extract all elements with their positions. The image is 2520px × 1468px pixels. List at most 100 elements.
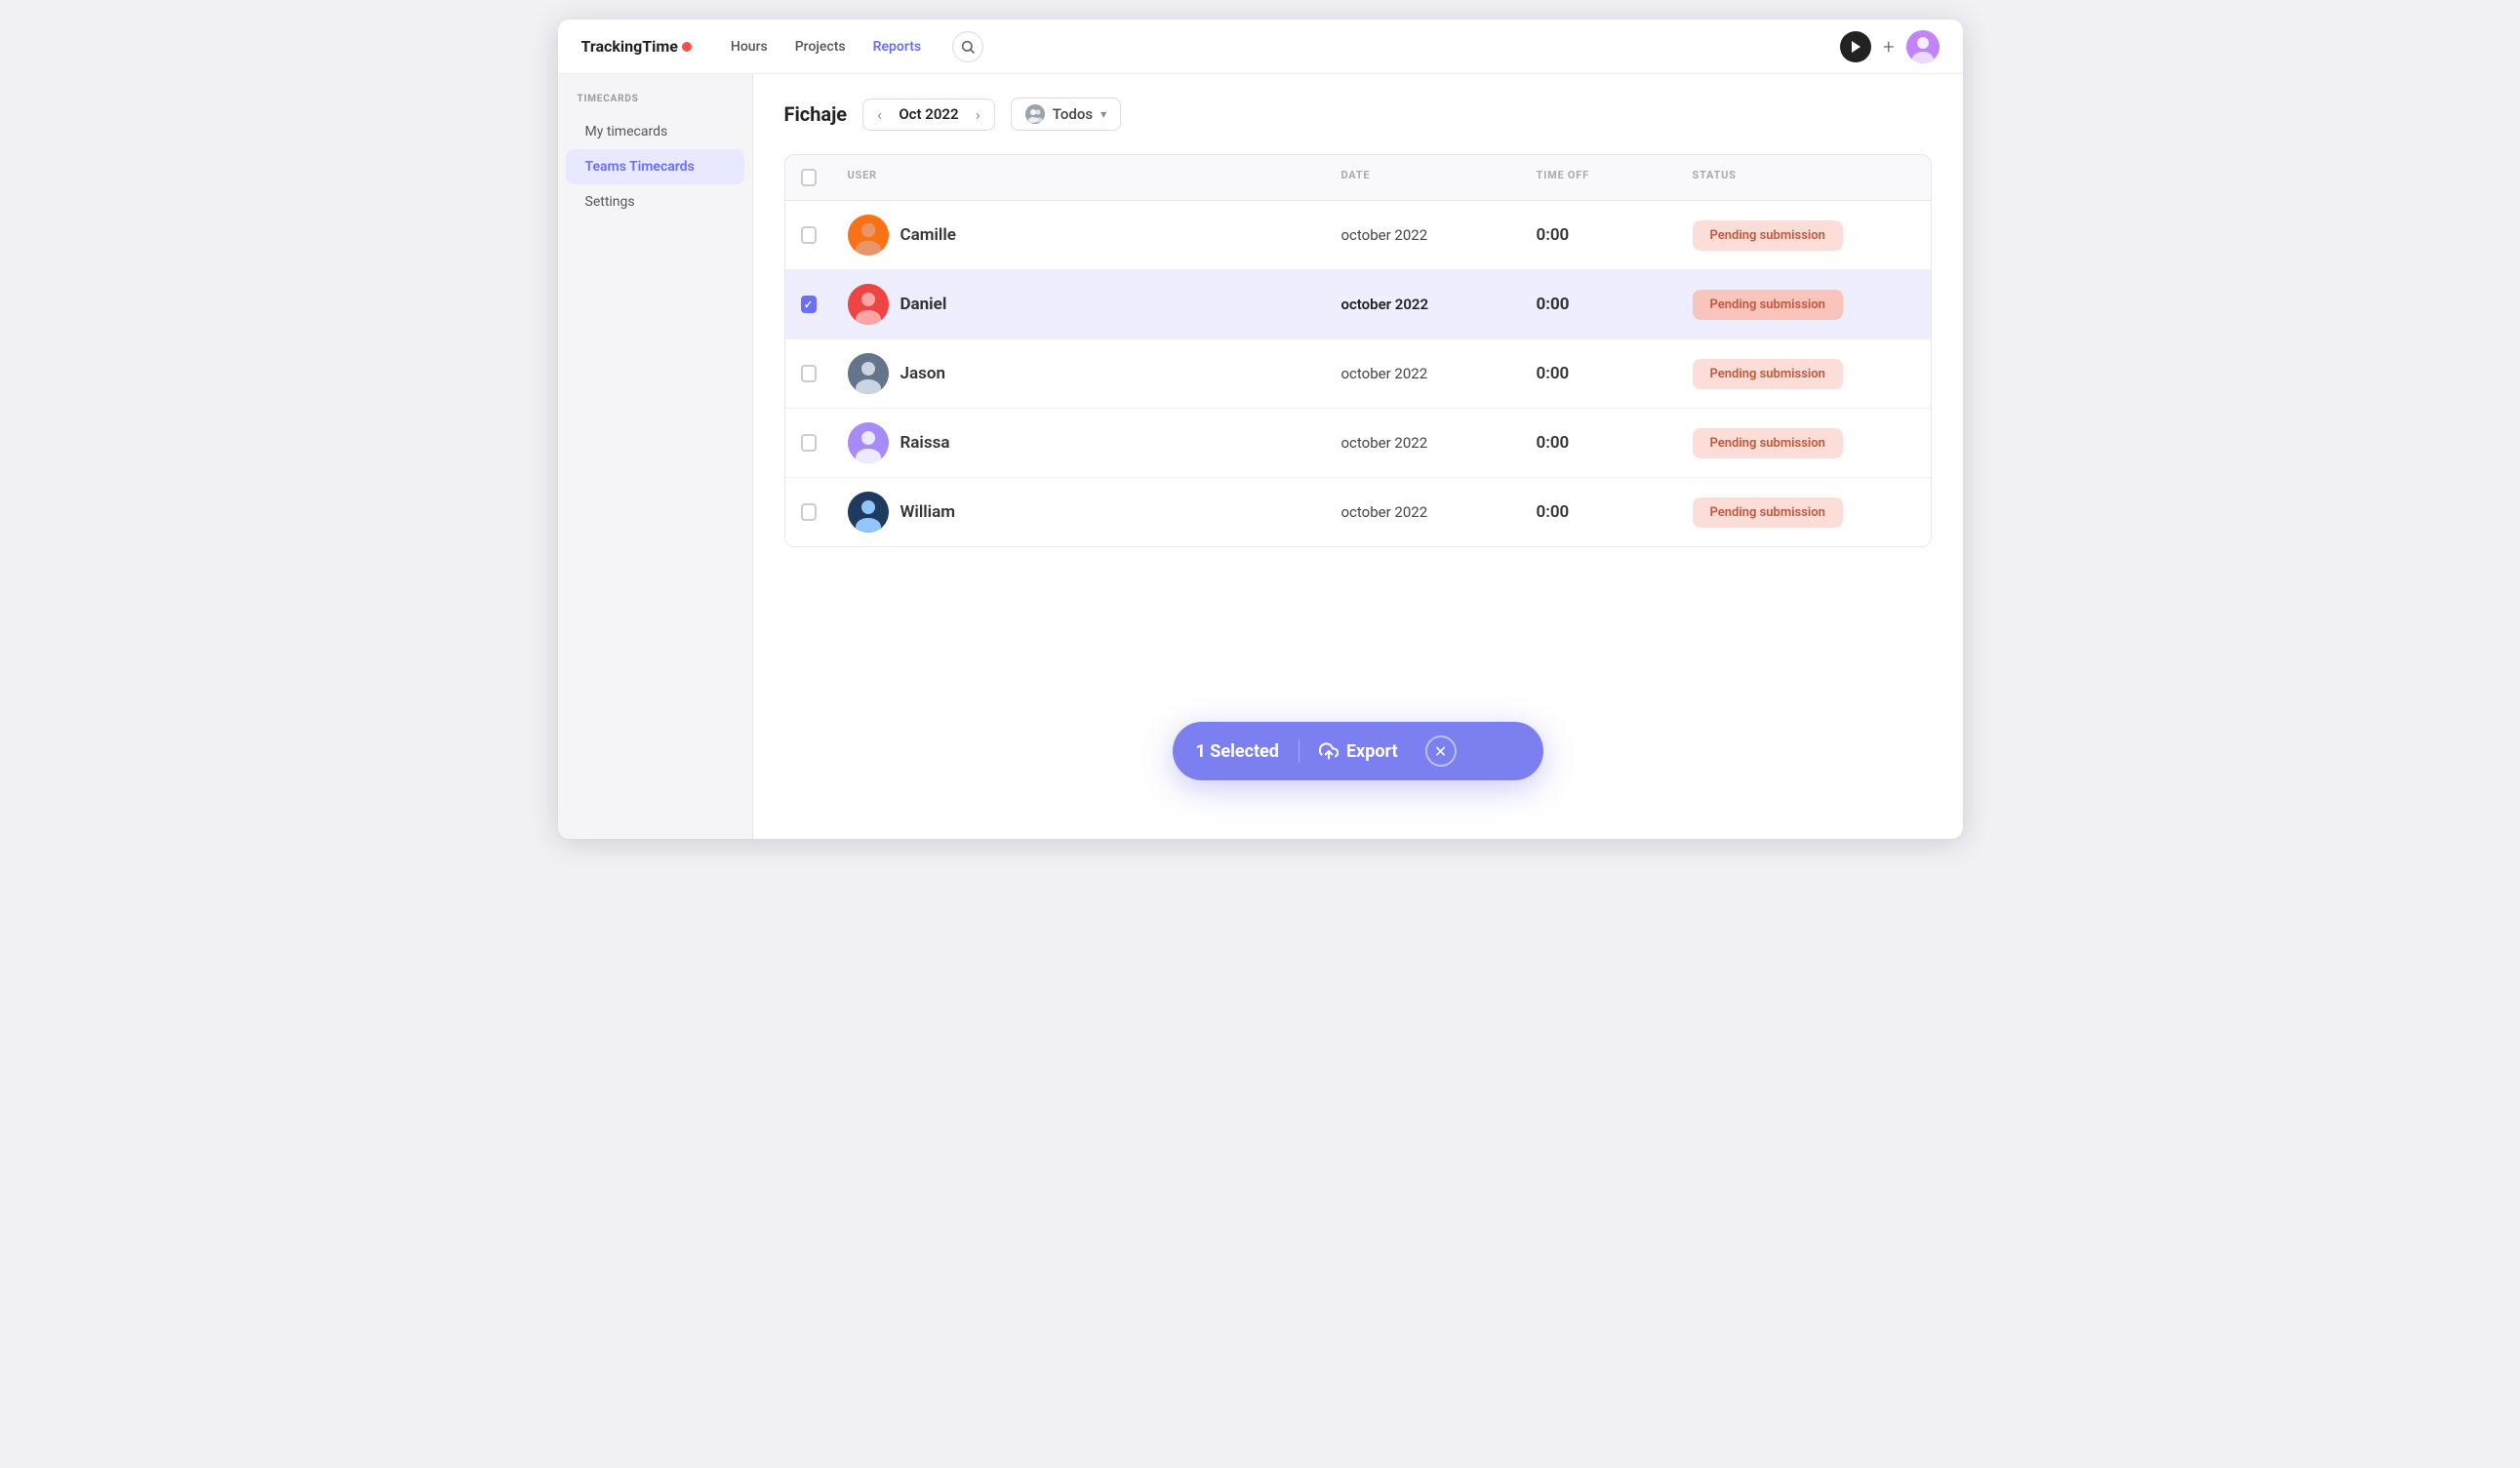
brand-name: TrackingTime — [581, 37, 678, 56]
table-row: Jason october 2022 0:00 Pending submissi… — [785, 339, 1931, 409]
selected-count-label: 1 Selected — [1196, 741, 1279, 762]
top-nav: TrackingTime Hours Projects Reports + — [558, 20, 1963, 74]
filter-todos-icon — [1025, 104, 1045, 124]
date-cell-jason: october 2022 — [1326, 351, 1521, 396]
user-name-camille: Camille — [900, 225, 956, 245]
content: Fichaje ‹ Oct 2022 › — [753, 74, 1963, 839]
header-status: STATUS — [1677, 155, 1931, 200]
avatar-daniel — [848, 284, 889, 325]
user-cell-daniel: Daniel — [832, 270, 1326, 338]
timeoff-cell-daniel: 0:00 — [1521, 281, 1677, 328]
table-row: Daniel october 2022 0:00 Pending submiss… — [785, 270, 1931, 339]
prev-month-button[interactable]: ‹ — [877, 105, 882, 124]
action-bar-divider — [1299, 739, 1300, 763]
sidebar-item-label: Settings — [585, 194, 635, 210]
close-action-bar-button[interactable]: ✕ — [1425, 735, 1457, 767]
avatar-camille — [848, 215, 889, 256]
avatar-jason-img — [848, 353, 889, 394]
export-label: Export — [1346, 741, 1398, 762]
user-avatar-icon — [1906, 30, 1940, 63]
avatar-raissa-img — [848, 422, 889, 463]
sidebar-item-teams-timecards[interactable]: Teams Timecards — [566, 149, 744, 184]
date-nav: ‹ Oct 2022 › — [862, 99, 995, 131]
sidebar-item-label: Teams Timecards — [585, 159, 695, 175]
user-cell-jason: Jason — [832, 339, 1326, 408]
current-month-label: Oct 2022 — [890, 105, 968, 123]
user-name-jason: Jason — [900, 364, 945, 383]
nav-reports[interactable]: Reports — [873, 39, 922, 55]
user-cell-camille: Camille — [832, 201, 1326, 269]
row-checkbox-cell — [785, 490, 832, 535]
user-avatar-nav[interactable] — [1906, 30, 1940, 63]
row-checkbox-cell — [785, 351, 832, 396]
export-button[interactable]: Export — [1319, 741, 1398, 762]
close-icon: ✕ — [1434, 742, 1447, 761]
content-header: Fichaje ‹ Oct 2022 › — [784, 98, 1932, 131]
date-cell-camille: october 2022 — [1326, 213, 1521, 258]
avatar-william — [848, 492, 889, 533]
nav-projects[interactable]: Projects — [795, 39, 846, 55]
status-cell-daniel: Pending submission — [1677, 276, 1931, 334]
avatar-raissa — [848, 422, 889, 463]
upload-icon — [1319, 741, 1339, 761]
sidebar-section-label: TIMECARDS — [558, 94, 752, 114]
timeoff-cell-william: 0:00 — [1521, 489, 1677, 536]
row-checkbox-cell — [785, 420, 832, 465]
timeoff-cell-jason: 0:00 — [1521, 350, 1677, 397]
date-cell-daniel: october 2022 — [1326, 282, 1521, 327]
sidebar-item-label: My timecards — [585, 124, 668, 139]
status-badge-raissa: Pending submission — [1693, 428, 1843, 458]
status-cell-william: Pending submission — [1677, 484, 1931, 541]
user-cell-william: William — [832, 478, 1326, 546]
avatar-camille-img — [848, 215, 889, 256]
avatar-william-img — [848, 492, 889, 533]
sidebar-item-my-timecards[interactable]: My timecards — [566, 114, 744, 149]
timeoff-cell-raissa: 0:00 — [1521, 419, 1677, 466]
sidebar: TIMECARDS My timecards Teams Timecards S… — [558, 74, 753, 839]
avatar-daniel-img — [848, 284, 889, 325]
row-checkbox-raissa[interactable] — [801, 434, 817, 452]
row-checkbox-daniel[interactable] — [801, 296, 817, 313]
status-cell-jason: Pending submission — [1677, 345, 1931, 403]
status-badge-jason: Pending submission — [1693, 359, 1843, 389]
status-badge-camille: Pending submission — [1693, 220, 1843, 251]
action-bar: 1 Selected Export ✕ — [1173, 722, 1543, 780]
play-button[interactable] — [1840, 31, 1871, 62]
group-icon — [1025, 104, 1045, 124]
status-cell-raissa: Pending submission — [1677, 415, 1931, 472]
user-name-william: William — [900, 502, 956, 522]
header-date: DATE — [1326, 155, 1521, 200]
nav-hours[interactable]: Hours — [731, 39, 768, 55]
date-cell-raissa: october 2022 — [1326, 420, 1521, 465]
table-row: Camille october 2022 0:00 Pending submis… — [785, 201, 1931, 270]
row-checkbox-jason[interactable] — [801, 365, 817, 382]
row-checkbox-william[interactable] — [801, 503, 817, 521]
date-cell-william: october 2022 — [1326, 490, 1521, 535]
table-header: USER DATE TIME OFF STATUS — [785, 155, 1931, 201]
main-layout: TIMECARDS My timecards Teams Timecards S… — [558, 74, 1963, 839]
user-name-daniel: Daniel — [900, 295, 947, 314]
header-timeoff: TIME OFF — [1521, 155, 1677, 200]
nav-right: + — [1840, 30, 1939, 63]
search-icon — [960, 39, 976, 55]
status-cell-camille: Pending submission — [1677, 207, 1931, 264]
add-button[interactable]: + — [1883, 35, 1894, 59]
row-checkbox-camille[interactable] — [801, 226, 817, 244]
sidebar-item-settings[interactable]: Settings — [566, 184, 744, 219]
next-month-button[interactable]: › — [976, 105, 980, 124]
avatar-jason — [848, 353, 889, 394]
user-name-raissa: Raissa — [900, 433, 950, 453]
timeoff-cell-camille: 0:00 — [1521, 212, 1677, 258]
user-cell-raissa: Raissa — [832, 409, 1326, 477]
header-checkbox-cell — [785, 155, 832, 200]
header-user: USER — [832, 155, 1326, 200]
table-row: William october 2022 0:00 Pending submis… — [785, 478, 1931, 546]
row-checkbox-cell — [785, 213, 832, 258]
filter-todos-label: Todos — [1053, 105, 1093, 123]
brand-dot — [682, 42, 692, 52]
row-checkbox-cell — [785, 282, 832, 327]
status-badge-william: Pending submission — [1693, 497, 1843, 528]
select-all-checkbox[interactable] — [801, 169, 817, 186]
search-button[interactable] — [952, 31, 983, 62]
filter-todos-button[interactable]: Todos ▾ — [1011, 98, 1121, 131]
